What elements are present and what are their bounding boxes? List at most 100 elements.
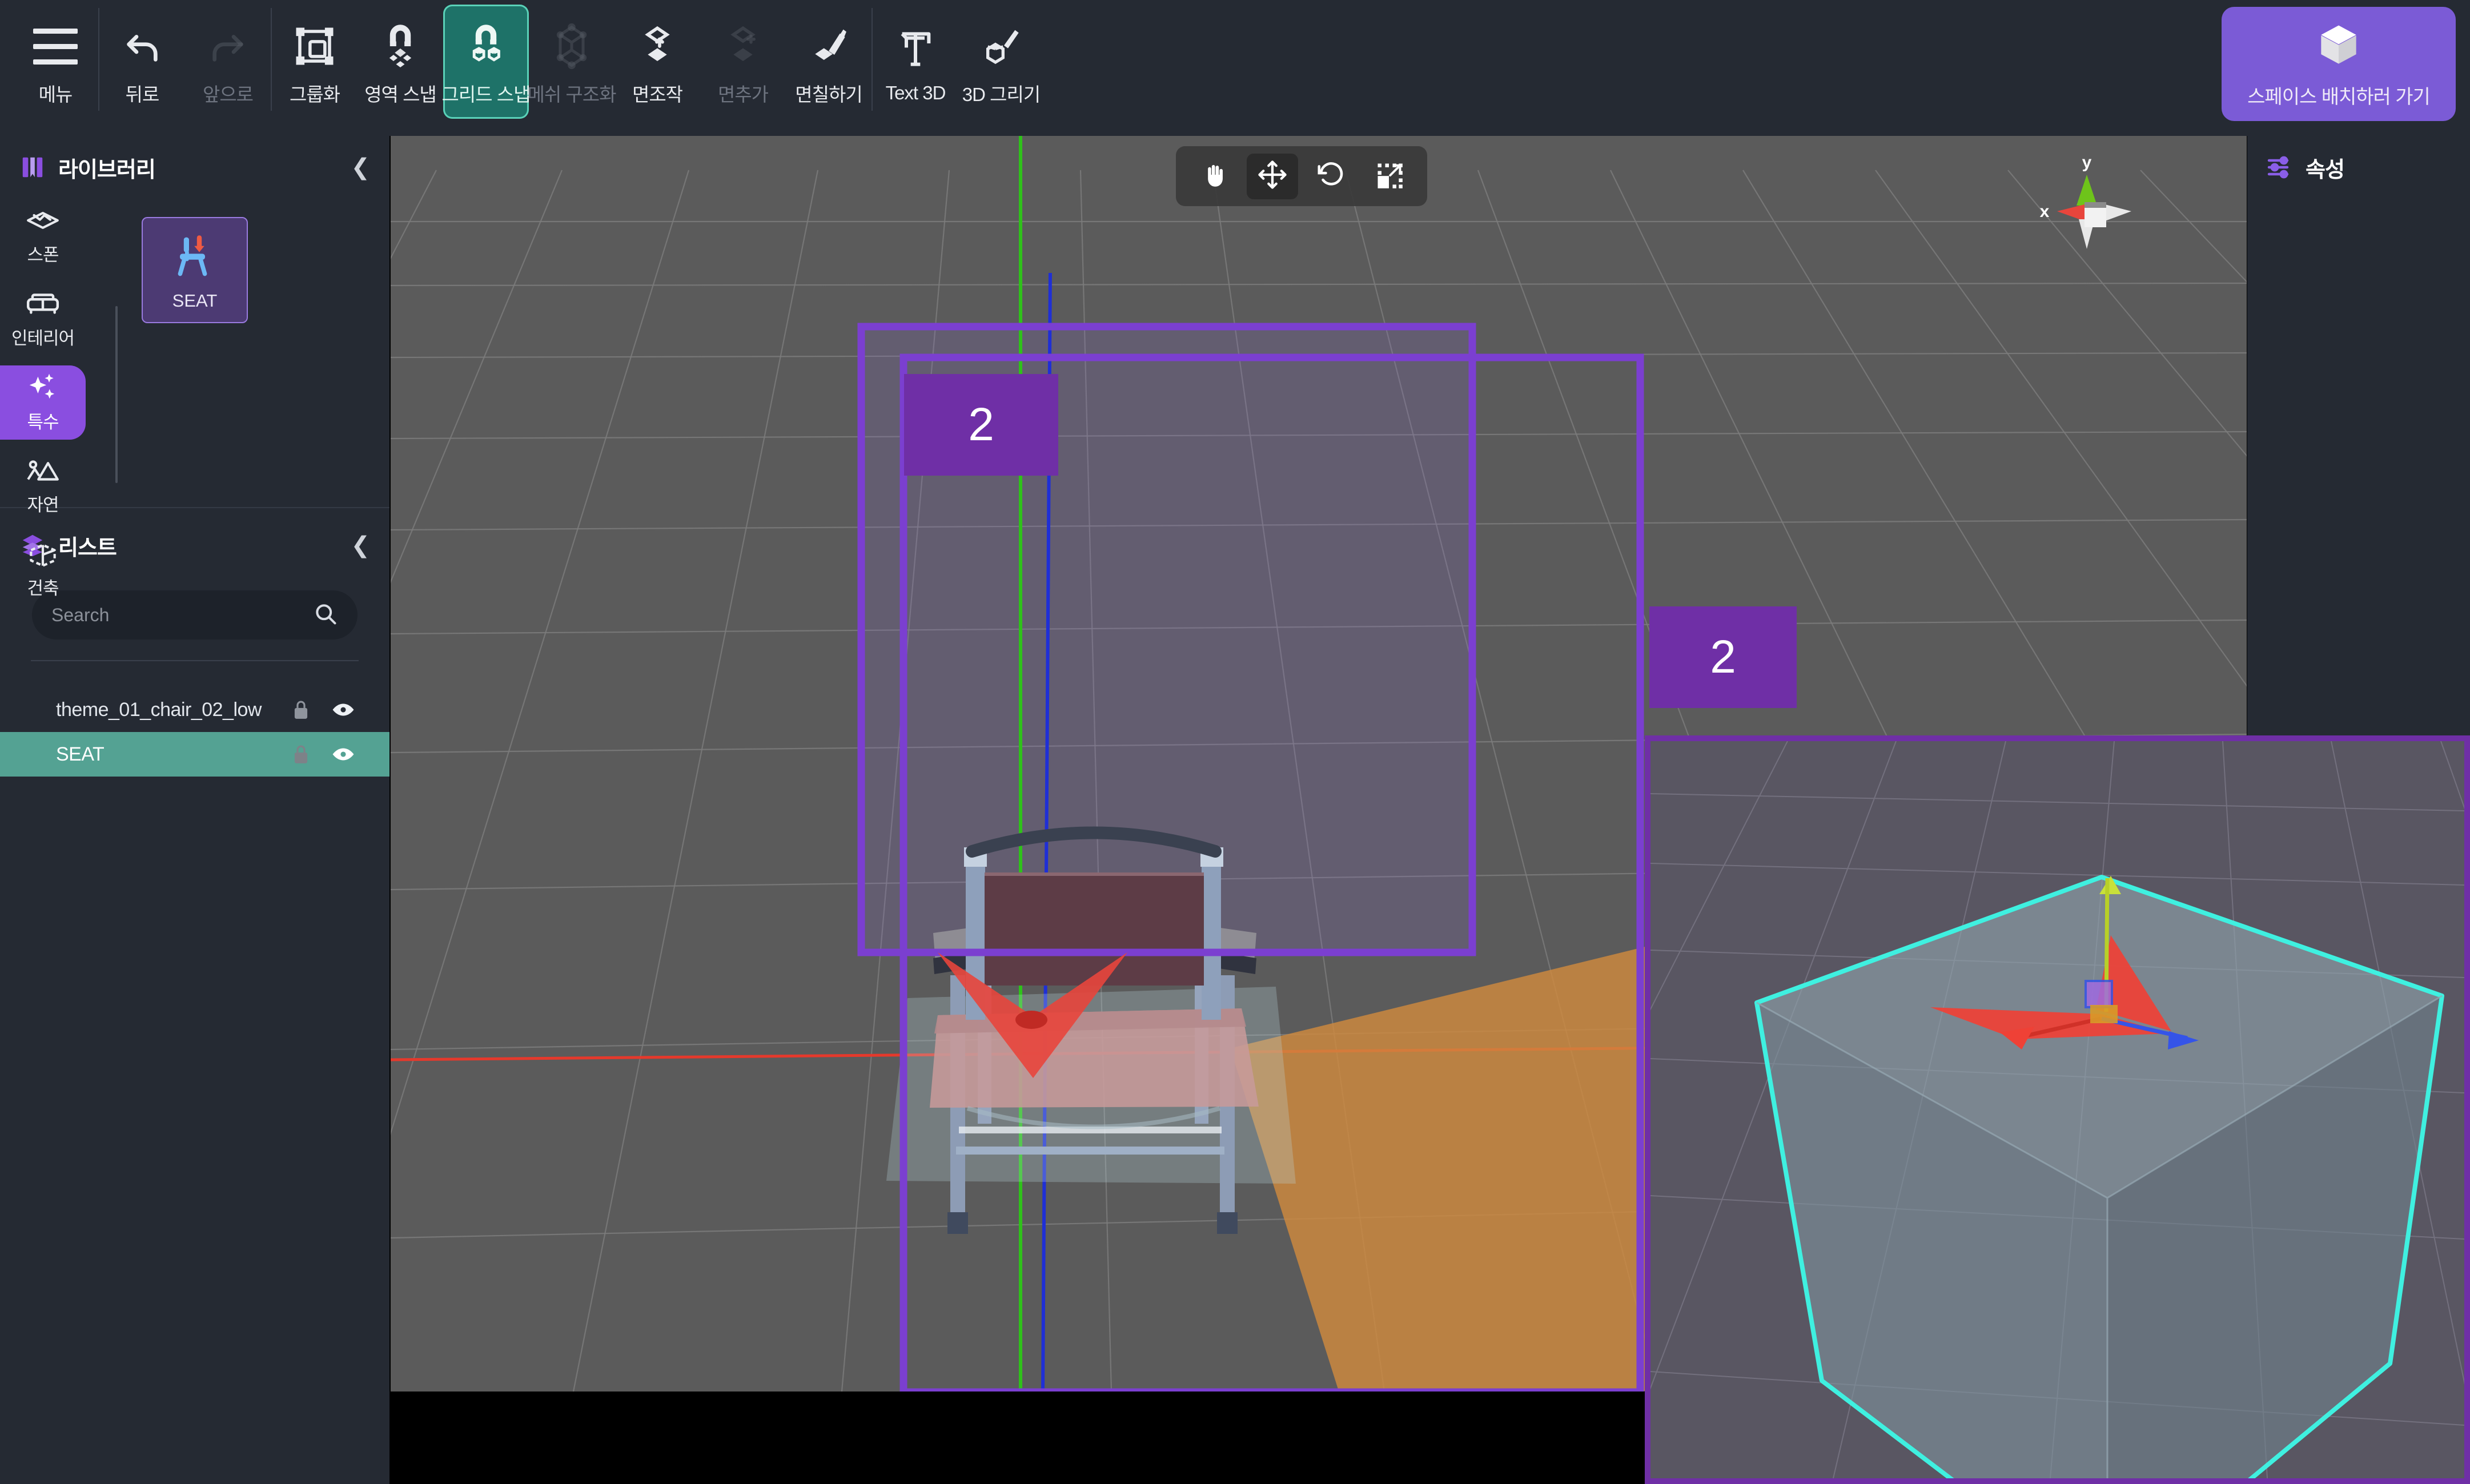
face-manipulate-button[interactable]: 면조작: [615, 5, 700, 119]
menu-button[interactable]: 메뉴: [13, 5, 98, 119]
move-arrows-icon: [1257, 159, 1288, 193]
draw-3d-icon: [978, 17, 1024, 76]
library-collapse-chevron-left-icon[interactable]: ❮: [351, 156, 370, 179]
cube-icon: [2312, 19, 2365, 74]
undo-icon: [119, 17, 165, 76]
library-category-architecture[interactable]: 건축: [0, 532, 86, 606]
pan-tool-button[interactable]: [1188, 154, 1240, 199]
search-icon: [313, 601, 338, 629]
mesh-structure-button[interactable]: 메쉬 구조화: [527, 5, 617, 119]
sparkles-icon: [26, 372, 60, 405]
grid-snap-label: 그리드 스냅: [441, 84, 531, 105]
text-3d-icon: [893, 19, 938, 79]
sofa-icon: [25, 289, 61, 321]
text-3d-label: Text 3D: [885, 82, 946, 103]
seat-chair-icon: [167, 230, 222, 287]
architecture-icon: [25, 539, 61, 572]
sliders-icon: [2267, 155, 2298, 179]
library-scroll-divider: [115, 306, 118, 483]
mesh-structure-label: 메쉬 구조화: [527, 84, 617, 105]
gizmo-x-label: x: [2040, 202, 2050, 221]
list-item[interactable]: theme_01_chair_02_low: [0, 687, 389, 732]
area-snap-label: 영역 스냅: [364, 84, 437, 105]
text-3d-button[interactable]: Text 3D: [873, 5, 958, 119]
face-paint-icon: [806, 17, 852, 76]
library-category-special[interactable]: 특수: [0, 365, 86, 440]
library-category-nature[interactable]: 자연: [0, 449, 86, 523]
library-body: 스폰 인테리어 특수 자연 건축 SEAT: [0, 199, 389, 598]
area-snap-button[interactable]: 영역 스냅: [358, 5, 443, 119]
library-icon: [19, 154, 50, 180]
rotate-tool-button[interactable]: [1305, 154, 1356, 199]
search-input[interactable]: [51, 604, 313, 626]
library-categories: 스폰 인테리어 특수 자연 건축: [0, 199, 86, 616]
properties-title: 속성: [2306, 158, 2345, 182]
go-to-space-layout-button[interactable]: 스페이스 배치하러 가기: [2222, 7, 2456, 121]
top-toolbar: 메뉴 뒤로 앞으로 그룹화 영역 스냅 그리드 스냅 메쉬 구조화 면조작 면추…: [0, 0, 2470, 136]
go-to-space-layout-label: 스페이스 배치하러 가기: [2247, 86, 2431, 108]
grid-snap-icon: [464, 17, 508, 76]
hand-icon: [1199, 160, 1229, 192]
face-paint-button[interactable]: 면칠하기: [786, 5, 871, 119]
inset-preview-panel[interactable]: [1645, 735, 2470, 1484]
menu-label: 메뉴: [38, 84, 73, 105]
mesh-structure-icon: [549, 17, 595, 76]
library-header: 라이브러리 ❮: [0, 136, 389, 199]
app-root: 메뉴 뒤로 앞으로 그룹화 영역 스냅 그리드 스냅 메쉬 구조화 면조작 면추…: [0, 0, 2470, 1484]
list-item[interactable]: SEAT: [0, 732, 389, 777]
inset-cube: [1754, 875, 2444, 1478]
face-paint-label: 면칠하기: [795, 84, 862, 105]
gizmo-y-arrow: [2077, 175, 2097, 206]
list-item-name: theme_01_chair_02_low: [56, 698, 262, 721]
annotation-badge-1: 2: [904, 374, 1058, 476]
redo-icon: [205, 17, 251, 76]
library-category-spawn-label: 스폰: [27, 245, 59, 265]
library-category-architecture-label: 건축: [27, 578, 59, 598]
mountain-icon: [25, 456, 61, 488]
list-collapse-chevron-left-icon[interactable]: ❮: [351, 534, 370, 557]
draw-3d-button[interactable]: 3D 그리기: [958, 5, 1044, 119]
face-manipulate-icon: [634, 17, 680, 76]
scale-icon: [1374, 160, 1404, 192]
undo-button[interactable]: 뒤로: [99, 5, 185, 119]
library-category-special-label: 특수: [27, 412, 59, 432]
face-add-label: 면추가: [717, 84, 769, 105]
library-category-nature-label: 자연: [27, 495, 59, 515]
scale-tool-button[interactable]: [1363, 154, 1415, 199]
face-add-button[interactable]: 면추가: [700, 5, 786, 119]
library-title: 라이브러리: [58, 158, 156, 182]
group-icon: [292, 17, 337, 76]
grid-snap-button[interactable]: 그리드 스냅: [441, 5, 531, 119]
undo-label: 뒤로: [125, 84, 160, 105]
library-asset-seat-label: SEAT: [172, 290, 218, 311]
spawn-icon: [25, 206, 61, 238]
eye-icon[interactable]: [331, 745, 355, 763]
draw-3d-label: 3D 그리기: [962, 84, 1041, 105]
lock-icon[interactable]: [291, 743, 311, 765]
face-add-icon: [720, 17, 766, 76]
library-category-spawn[interactable]: 스폰: [0, 199, 86, 273]
eye-icon[interactable]: [331, 701, 355, 719]
gizmo-y-label: y: [2082, 153, 2092, 172]
redo-label: 앞으로: [202, 84, 254, 105]
library-assets: SEAT: [142, 217, 248, 323]
group-label: 그룹화: [289, 84, 340, 105]
annotation-badge-2: 2: [1649, 606, 1797, 708]
properties-header: 속성: [2247, 136, 2470, 199]
viewport-transform-toolbar: [1176, 146, 1427, 206]
axis-orientation-gizmo[interactable]: y x: [2030, 153, 2144, 256]
library-category-interior[interactable]: 인테리어: [0, 282, 86, 356]
group-button[interactable]: 그룹화: [272, 5, 358, 119]
redo-button[interactable]: 앞으로: [185, 5, 271, 119]
lock-icon[interactable]: [291, 699, 311, 721]
library-category-interior-label: 인테리어: [11, 328, 75, 348]
list-item-name: SEAT: [56, 743, 105, 765]
rotate-ccw-icon: [1315, 159, 1346, 193]
library-asset-seat[interactable]: SEAT: [142, 217, 248, 323]
move-tool-button[interactable]: [1247, 153, 1298, 199]
inset-scene: [1650, 741, 2464, 1478]
hamburger-icon: [33, 17, 78, 76]
face-manipulate-label: 면조작: [632, 84, 683, 105]
area-snap-icon: [378, 17, 423, 76]
left-sidebar: 라이브러리 ❮ 스폰 인테리어 특수 자연 건축 SEAT 리스트 ❮ Sear…: [0, 136, 389, 1484]
